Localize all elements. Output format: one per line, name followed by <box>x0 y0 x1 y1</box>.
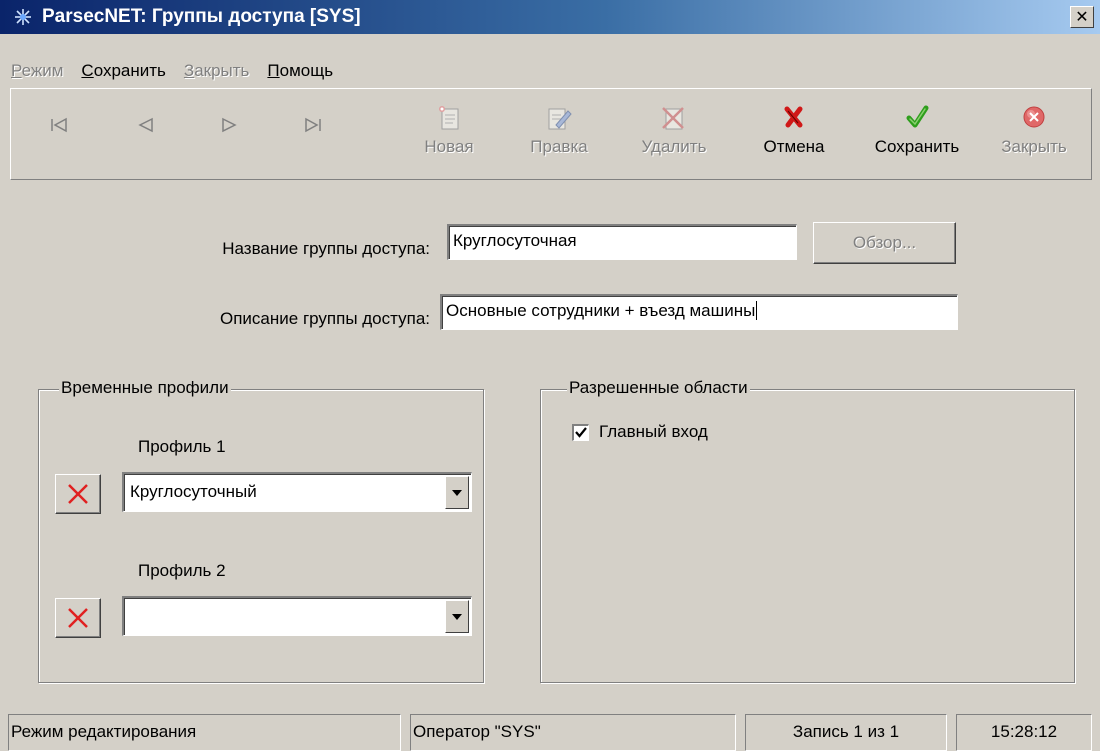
profile-2-label: Профиль 2 <box>138 561 226 580</box>
cancel-button[interactable]: Отмена <box>759 103 829 157</box>
group-description-field[interactable]: Основные сотрудники + въезд машины <box>440 294 958 330</box>
delete-label: Удалить <box>641 137 707 156</box>
group-name-label: Название группы доступа: <box>222 239 430 258</box>
chevron-down-icon[interactable] <box>445 476 469 509</box>
prev-record-button[interactable] <box>136 117 156 138</box>
chevron-down-icon[interactable] <box>445 600 469 633</box>
profile-1-select[interactable]: Круглосуточный <box>122 472 472 512</box>
toolbar: Новая Правка Удалить Отмена Сохранить За… <box>10 88 1092 180</box>
group-name-field[interactable]: Круглосуточная <box>447 224 797 260</box>
close-button[interactable]: Закрыть <box>991 103 1077 157</box>
profile-1-value: Круглосуточный <box>130 482 257 501</box>
time-profiles-group <box>38 389 484 683</box>
edit-label: Правка <box>530 137 588 156</box>
edit-button[interactable]: Правка <box>526 103 592 157</box>
remove-profile-2-button[interactable] <box>55 598 101 638</box>
close-label: Закрыть <box>1001 137 1067 156</box>
menu-bar: Режим Сохранить Закрыть Помощь <box>0 56 342 86</box>
save-button[interactable]: Сохранить <box>867 103 967 157</box>
remove-profile-1-button[interactable] <box>55 474 101 514</box>
menu-close[interactable]: Закрыть <box>175 61 259 81</box>
delete-record-icon <box>662 107 684 130</box>
cancel-label: Отмена <box>763 137 825 156</box>
app-icon <box>12 6 34 28</box>
close-icon: ✕ <box>1075 9 1089 26</box>
menu-help[interactable]: Помощь <box>258 61 342 81</box>
save-label: Сохранить <box>874 137 960 156</box>
title-bar: ParsecNET: Группы доступа [SYS] <box>0 0 1100 34</box>
menu-mode[interactable]: Режим <box>0 61 72 81</box>
group-description-label: Описание группы доступа: <box>220 309 430 328</box>
status-record-counter: Запись 1 из 1 <box>745 714 947 751</box>
next-record-button[interactable] <box>219 117 239 138</box>
new-button[interactable]: Новая <box>419 103 479 157</box>
status-mode: Режим редактирования <box>8 714 401 751</box>
status-operator: Оператор "SYS" <box>410 714 736 751</box>
last-record-icon <box>305 117 321 133</box>
allowed-areas-title: Разрешенные области <box>567 378 750 398</box>
delete-x-icon <box>68 484 88 504</box>
status-time: 15:28:12 <box>956 714 1092 751</box>
edit-icon <box>548 108 572 130</box>
area-main-entrance-label: Главный вход <box>599 422 708 441</box>
new-record-icon <box>439 106 459 130</box>
area-main-entrance-checkbox[interactable] <box>572 423 589 441</box>
menu-save[interactable]: Сохранить <box>72 61 174 81</box>
time-profiles-title: Временные профили <box>59 378 231 398</box>
cancel-icon <box>784 106 803 128</box>
last-record-button[interactable] <box>303 117 323 138</box>
save-check-icon <box>906 105 929 128</box>
first-record-icon <box>51 117 67 133</box>
checkmark-icon <box>575 427 587 438</box>
window-title: ParsecNET: Группы доступа [SYS] <box>42 6 361 27</box>
new-label: Новая <box>424 137 474 156</box>
profile-2-select[interactable] <box>122 596 472 636</box>
close-window-button[interactable]: ✕ <box>1070 6 1094 28</box>
first-record-button[interactable] <box>49 117 69 138</box>
browse-button[interactable]: Обзор... <box>813 222 956 264</box>
delete-x-icon <box>68 608 88 628</box>
close-circle-icon <box>1023 106 1045 128</box>
delete-button[interactable]: Удалить <box>639 103 709 157</box>
prev-record-icon <box>138 117 153 133</box>
area-main-entrance[interactable]: Главный вход <box>572 422 708 442</box>
next-record-icon <box>222 117 237 133</box>
profile-1-label: Профиль 1 <box>138 437 226 456</box>
